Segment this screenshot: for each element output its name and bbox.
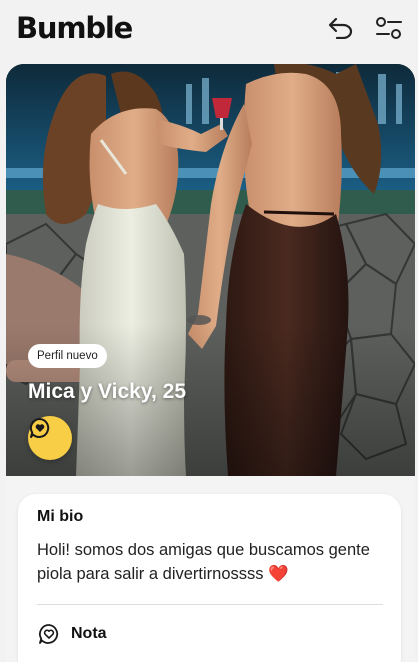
compliment-button[interactable] bbox=[28, 416, 72, 460]
filter-sliders-icon bbox=[376, 17, 402, 39]
bio-divider bbox=[37, 604, 383, 605]
app-screen: Bumble Perfil nuevo Mica y Vicky, 25 Mi … bbox=[0, 0, 418, 662]
note-label: Nota bbox=[71, 625, 107, 642]
bio-section: Mi bio Holi! somos dos amigas que buscam… bbox=[6, 476, 415, 662]
profile-card[interactable]: Perfil nuevo Mica y Vicky, 25 Mi bio Hol… bbox=[6, 64, 415, 662]
photo-illustration bbox=[6, 64, 415, 476]
app-logo: Bumble bbox=[16, 11, 133, 45]
bio-card: Mi bio Holi! somos dos amigas que buscam… bbox=[18, 494, 401, 662]
new-profile-badge: Perfil nuevo bbox=[28, 344, 107, 368]
profile-photo[interactable]: Perfil nuevo Mica y Vicky, 25 bbox=[6, 64, 415, 476]
heart-speech-bubble-icon bbox=[39, 624, 59, 644]
heart-speech-bubble-icon bbox=[29, 417, 50, 438]
top-bar: Bumble bbox=[0, 0, 418, 56]
note-button[interactable]: Nota bbox=[37, 622, 107, 646]
undo-button[interactable] bbox=[326, 13, 356, 43]
top-actions bbox=[326, 13, 404, 43]
bio-text: Holi! somos dos amigas que buscamos gent… bbox=[37, 541, 370, 583]
filter-button[interactable] bbox=[374, 13, 404, 43]
undo-arrow-icon bbox=[328, 17, 353, 39]
profile-name-age: Mica y Vicky, 25 bbox=[28, 380, 187, 403]
bio-title: Mi bio bbox=[37, 508, 84, 525]
